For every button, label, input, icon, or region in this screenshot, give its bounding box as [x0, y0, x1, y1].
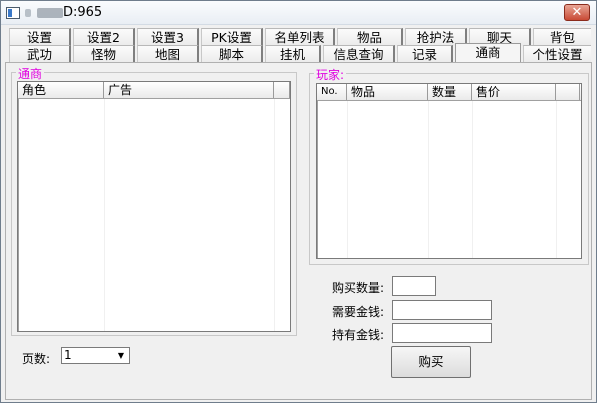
tab-row-2: 武功 怪物 地图 脚本 挂机 信息查询 记录 通商 个性设置 [1, 43, 597, 63]
player-group: 玩家: No. 物品 数量 售价 [309, 66, 589, 265]
grid-line [104, 99, 105, 331]
held-money-label: 持有金钱: [332, 328, 385, 342]
app-icon [6, 7, 20, 19]
page-select[interactable]: 1 ▼ [61, 347, 130, 364]
tab-name-list[interactable]: 名单列表 [265, 28, 335, 46]
buy-button[interactable]: 购买 [391, 346, 471, 378]
chevron-down-icon[interactable]: ▼ [114, 349, 128, 362]
tab-settings-3[interactable]: 设置3 [137, 28, 199, 46]
tab-idle[interactable]: 挂机 [265, 45, 321, 63]
tab-martial-arts[interactable]: 武功 [9, 45, 71, 63]
tab-settings-2[interactable]: 设置2 [73, 28, 135, 46]
main-window: D:965 ✕ 设置 设置2 设置3 PK设置 名单列表 物品 抢护法 聊天 背… [0, 0, 597, 403]
quantity-label: 购买数量: [332, 281, 385, 295]
grid-line [347, 101, 348, 258]
page-select-value: 1 [64, 348, 72, 362]
column-role[interactable]: 角色 [18, 82, 104, 98]
column-quantity[interactable]: 数量 [428, 84, 472, 100]
quantity-input[interactable] [392, 276, 436, 296]
merchant-group-label: 通商 [16, 65, 45, 82]
window-title: D:965 [63, 5, 103, 20]
close-button[interactable]: ✕ [564, 4, 590, 21]
tab-pk-settings[interactable]: PK设置 [201, 28, 263, 46]
page-label: 页数: [22, 352, 51, 366]
required-money-label: 需要金钱: [332, 305, 385, 319]
grid-line [472, 101, 473, 258]
title-redaction [25, 9, 31, 17]
held-money-input[interactable] [392, 323, 492, 343]
tab-personal-settings[interactable]: 个性设置 [523, 45, 591, 63]
column-filler [556, 84, 580, 100]
merchant-list-header: 角色 广告 [18, 82, 290, 99]
player-item-list[interactable]: No. 物品 数量 售价 [316, 83, 582, 259]
tab-trade[interactable]: 通商 [455, 43, 521, 63]
column-number[interactable]: No. [317, 84, 347, 100]
player-list-header: No. 物品 数量 售价 [317, 84, 581, 101]
grid-line [556, 101, 557, 258]
title-redaction [37, 8, 63, 18]
grid-line [274, 99, 275, 331]
column-ad[interactable]: 广告 [104, 82, 274, 98]
merchant-list[interactable]: 角色 广告 [17, 81, 291, 332]
grid-line [428, 101, 429, 258]
tab-map[interactable]: 地图 [137, 45, 199, 63]
tab-info-query[interactable]: 信息查询 [323, 45, 395, 63]
column-filler [274, 82, 290, 98]
title-bar: D:965 ✕ [1, 1, 596, 25]
tab-script[interactable]: 脚本 [201, 45, 263, 63]
merchant-group: 通商 角色 广告 [11, 65, 297, 336]
player-group-label: 玩家: [314, 66, 347, 83]
tab-settings[interactable]: 设置 [9, 28, 71, 46]
column-item[interactable]: 物品 [347, 84, 428, 100]
column-price[interactable]: 售价 [472, 84, 556, 100]
tab-backpack[interactable]: 背包 [533, 28, 591, 46]
tab-items[interactable]: 物品 [337, 28, 403, 46]
tab-records[interactable]: 记录 [397, 45, 453, 63]
tab-monsters[interactable]: 怪物 [73, 45, 135, 63]
trade-panel: 通商 角色 广告 玩家: No. 物品 数量 售价 购买数量: 需要金钱: 持有… [5, 62, 592, 400]
required-money-input[interactable] [392, 300, 492, 320]
